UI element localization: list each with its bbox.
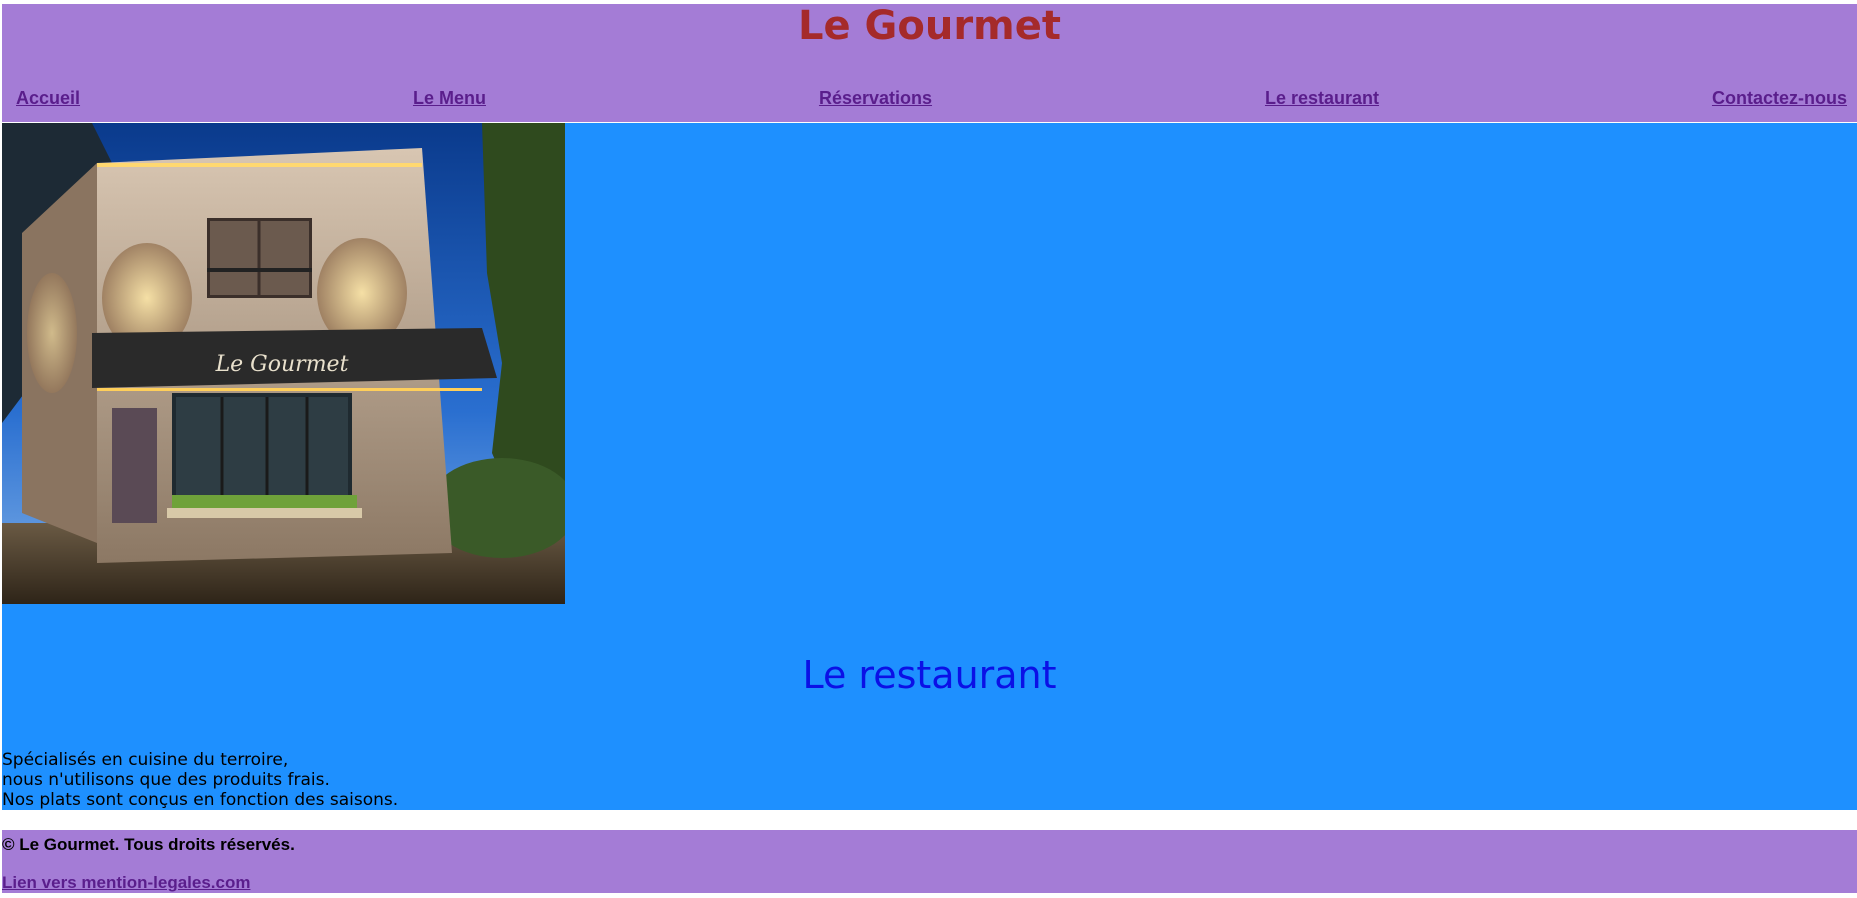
site-header: Le Gourmet Accueil Le Menu Réservations … (2, 4, 1857, 122)
site-footer: © Le Gourmet. Tous droits réservés. Lien… (2, 830, 1857, 893)
page: Le Gourmet Accueil Le Menu Réservations … (0, 0, 1857, 898)
main-content: Le Gourmet Le restaurant Spécialisés en … (2, 123, 1857, 810)
awning-sign-text: Le Gourmet (215, 352, 349, 377)
section-title: Le restaurant (802, 653, 1057, 697)
nav-link-accueil[interactable]: Accueil (16, 88, 80, 109)
site-title: Le Gourmet (798, 3, 1061, 49)
copyright-text: © Le Gourmet. Tous droits réservés. (2, 835, 295, 854)
description-line: Nos plats sont conçus en fonction des sa… (2, 790, 399, 810)
nav-link-reservations[interactable]: Réservations (819, 88, 932, 109)
nav-link-menu[interactable]: Le Menu (413, 88, 486, 109)
nav-link-contact[interactable]: Contactez-nous (1712, 88, 1847, 109)
nav-link-restaurant[interactable]: Le restaurant (1265, 88, 1379, 109)
restaurant-description: Spécialisés en cuisine du terroire, nous… (2, 750, 398, 810)
restaurant-photo: Le Gourmet (2, 123, 565, 604)
main-nav: Accueil Le Menu Réservations Le restaura… (16, 86, 1847, 110)
description-line: nous n'utilisons que des produits frais. (2, 770, 330, 790)
legal-notice-link[interactable]: Lien vers mention-legales.com (2, 872, 250, 894)
description-line: Spécialisés en cuisine du terroire, (2, 750, 289, 770)
